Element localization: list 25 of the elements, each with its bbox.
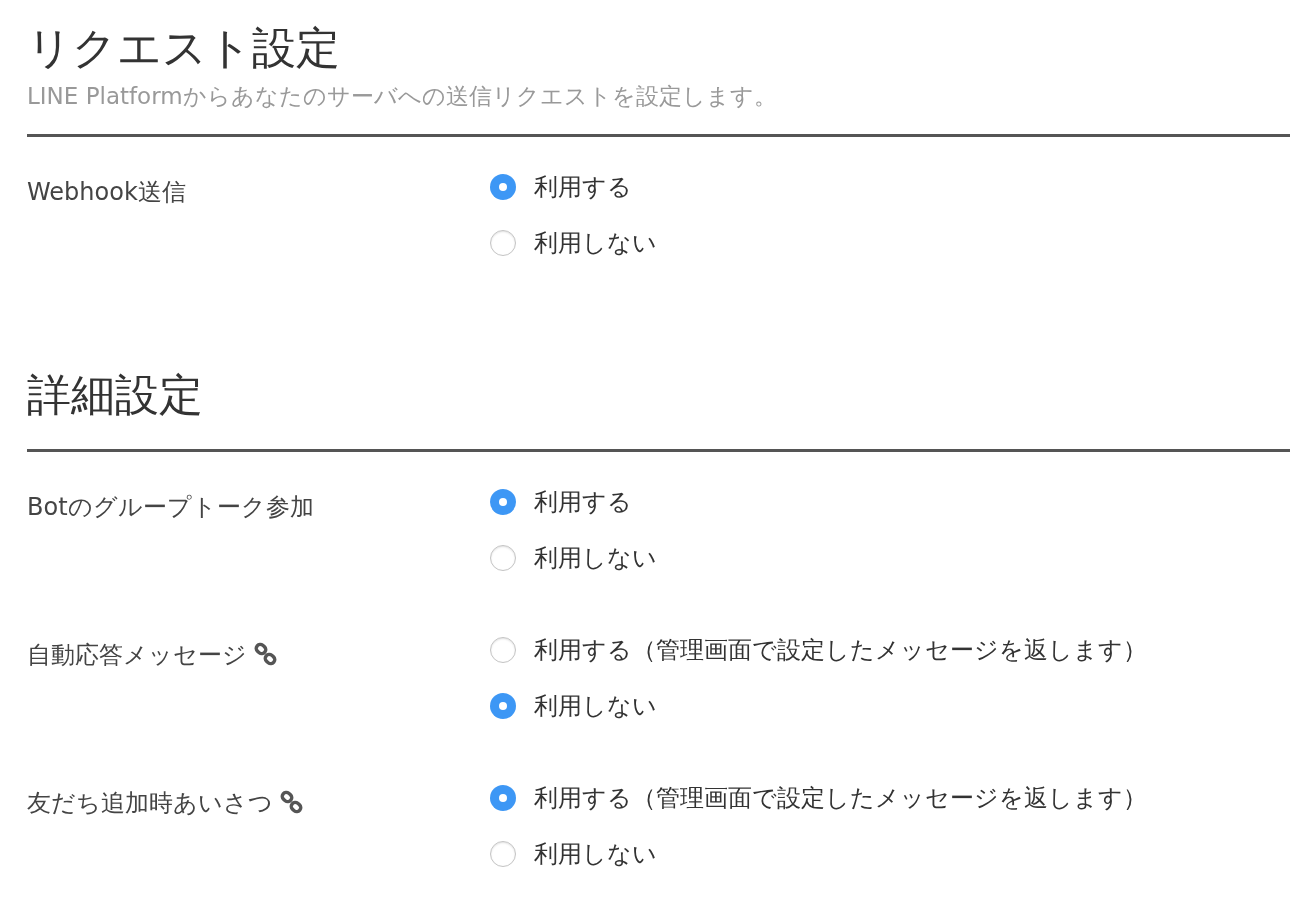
radio-label: 利用する xyxy=(534,172,632,203)
radio-button[interactable] xyxy=(490,637,516,663)
link-icon[interactable] xyxy=(253,642,279,668)
radio-button[interactable] xyxy=(490,785,516,811)
radio-label: 利用しない xyxy=(534,228,657,259)
radio-label: 利用する（管理画面で設定したメッセージを返します） xyxy=(534,635,1147,666)
radio-label: 利用する（管理画面で設定したメッセージを返します） xyxy=(534,783,1147,814)
radio-label: 利用しない xyxy=(534,543,657,574)
radio-button[interactable] xyxy=(490,693,516,719)
radio-button[interactable] xyxy=(490,174,516,200)
radio-button[interactable] xyxy=(490,230,516,256)
radio-button[interactable] xyxy=(490,545,516,571)
radio-button[interactable] xyxy=(490,489,516,515)
radio-label: 利用しない xyxy=(534,839,657,870)
section-description: LINE Platformからあなたのサーバへの送信リクエストを設定します。 xyxy=(27,82,778,111)
radio-button[interactable] xyxy=(490,841,516,867)
radio-label: 利用する xyxy=(534,487,632,518)
setting-label: Webhook送信 xyxy=(27,177,186,208)
section-title: リクエスト設定 xyxy=(27,21,341,75)
section-title: 詳細設定 xyxy=(27,368,204,422)
setting-label: 自動応答メッセージ xyxy=(27,640,247,671)
radio-label: 利用しない xyxy=(534,691,657,722)
setting-label: Botのグループトーク参加 xyxy=(27,492,314,523)
link-icon[interactable] xyxy=(279,790,305,816)
setting-label: 友だち追加時あいさつ xyxy=(27,788,273,819)
